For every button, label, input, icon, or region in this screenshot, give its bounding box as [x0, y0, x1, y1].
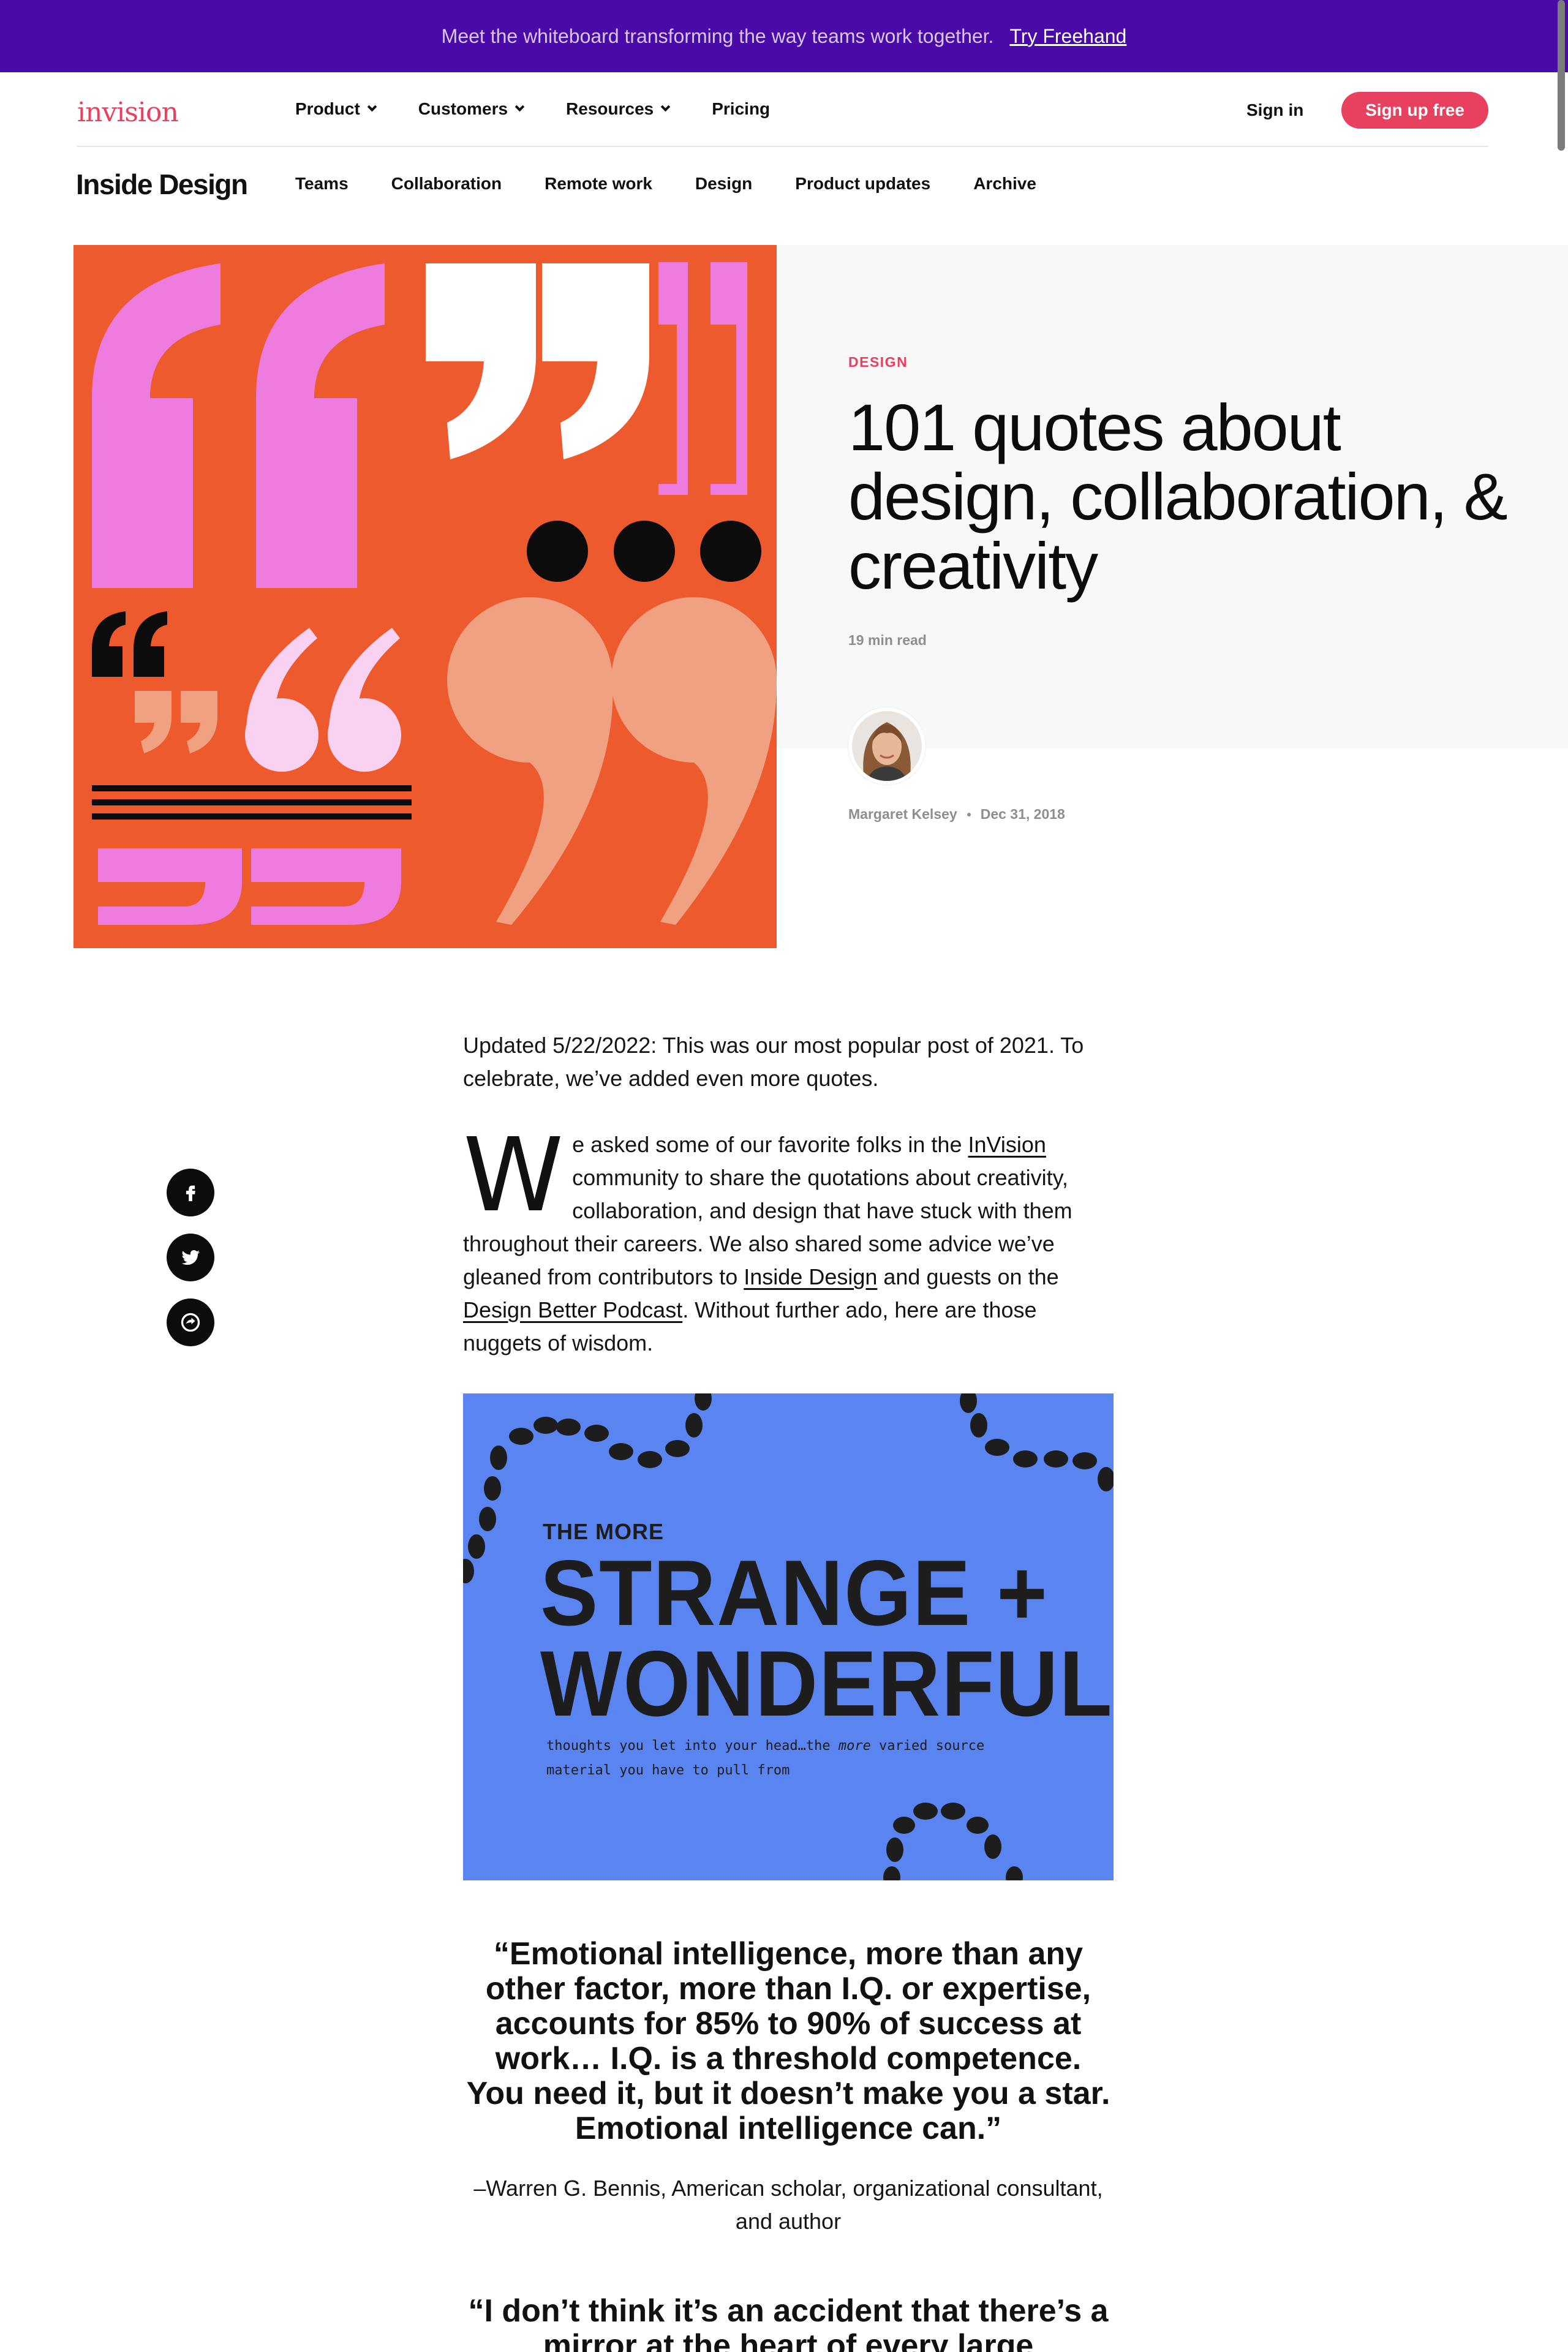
quote-attribution: –Warren G. Bennis, American scholar, org… — [473, 2176, 1103, 2234]
update-note: Updated 5/22/2022: This was our most pop… — [463, 1033, 1084, 1091]
hero-illustration — [74, 245, 777, 948]
promo-text: Meet the whiteboard transforming the way… — [441, 24, 994, 47]
page-scrollbar[interactable] — [1558, 0, 1565, 151]
author-photo — [852, 711, 922, 781]
main-menu: Product Customers Resources Pricing — [295, 99, 813, 119]
nav-item-label: Product — [295, 99, 360, 118]
illustration-line-1: STRANGE + — [540, 1541, 1049, 1645]
nav-item-label: Resources — [566, 99, 654, 118]
try-freehand-link[interactable]: Try Freehand — [1009, 25, 1126, 48]
category-link-archive[interactable]: Archive — [973, 174, 1036, 194]
invision-link[interactable]: InVision — [968, 1132, 1046, 1157]
nav-item-label: Customers — [418, 99, 508, 118]
read-time: 19 min read — [848, 632, 927, 648]
pull-quote: “I don’t think it’s an accident that the… — [468, 2293, 1109, 2352]
intro-text-1: e asked some of our favorite folks in th… — [572, 1132, 968, 1157]
link-share-button[interactable] — [167, 1298, 214, 1346]
share-bar — [167, 1169, 214, 1363]
nav-item-label: Pricing — [712, 99, 771, 118]
link-share-icon — [181, 1313, 200, 1332]
nav-item-pricing[interactable]: Pricing — [712, 99, 770, 119]
intro-text-3: and guests on the — [877, 1264, 1059, 1289]
pull-quote: “Emotional intelligence, more than any o… — [466, 1936, 1110, 2146]
top-navigation: invision Product Customers Resources Pri… — [0, 72, 1568, 146]
facebook-icon — [186, 1185, 195, 1202]
category-link-product-updates[interactable]: Product updates — [795, 174, 930, 194]
illustration-line-2: WONDERFUL — [540, 1632, 1114, 1736]
facebook-share-button[interactable] — [167, 1169, 214, 1216]
publish-date: Dec 31, 2018 — [980, 806, 1065, 822]
article-header: DESIGN 101 quotes about design, collabor… — [848, 354, 1510, 649]
chevron-down-icon — [367, 102, 377, 111]
sign-in-link[interactable]: Sign in — [1246, 100, 1303, 120]
promo-banner: Meet the whiteboard transforming the way… — [0, 0, 1568, 72]
category-tag[interactable]: DESIGN — [848, 354, 1510, 371]
separator-dot — [967, 812, 971, 816]
author-name[interactable]: Margaret Kelsey — [848, 806, 957, 823]
twitter-share-button[interactable] — [167, 1234, 214, 1281]
sign-up-button[interactable]: Sign up free — [1341, 92, 1488, 129]
intro-paragraph: We asked some of our favorite folks in t… — [463, 1117, 1114, 1360]
inside-design-navigation: Inside Design Teams Collaboration Remote… — [0, 147, 1568, 221]
category-link-collaboration[interactable]: Collaboration — [391, 174, 502, 194]
chevron-down-icon — [514, 102, 525, 111]
author-avatar[interactable] — [848, 707, 925, 785]
drop-cap: W — [463, 1117, 564, 1235]
illustration-headline: STRANGE + WONDERFUL — [540, 1541, 1114, 1736]
category-link-remote-work[interactable]: Remote work — [545, 174, 652, 194]
category-menu: Teams Collaboration Remote work Design P… — [295, 174, 1079, 194]
category-link-teams[interactable]: Teams — [295, 174, 349, 194]
invision-logo[interactable]: invision — [77, 97, 179, 128]
page-title: 101 quotes about design, collaboration, … — [848, 390, 1508, 603]
article-body: Updated 5/22/2022: This was our most pop… — [463, 1029, 1114, 1393]
nav-item-product[interactable]: Product — [295, 99, 377, 119]
caption-text-a: thoughts you let into your head…the — [546, 1738, 839, 1754]
byline: Margaret Kelsey Dec 31, 2018 — [848, 806, 1065, 823]
quote-illustration: THE MORE STRANGE + WONDERFUL thoughts yo… — [463, 1393, 1114, 1880]
nav-item-resources[interactable]: Resources — [566, 99, 671, 119]
design-better-podcast-link[interactable]: Design Better Podcast — [463, 1297, 682, 1322]
nav-item-customers[interactable]: Customers — [418, 99, 525, 119]
chevron-down-icon — [660, 102, 671, 111]
illustration-caption: thoughts you let into your head…the more… — [546, 1734, 1049, 1783]
category-link-design[interactable]: Design — [695, 174, 752, 194]
caption-emphasis: more — [838, 1738, 871, 1754]
twitter-icon — [181, 1250, 200, 1265]
inside-design-link[interactable]: Inside Design — [744, 1264, 877, 1289]
inside-design-brand[interactable]: Inside Design — [76, 168, 248, 201]
